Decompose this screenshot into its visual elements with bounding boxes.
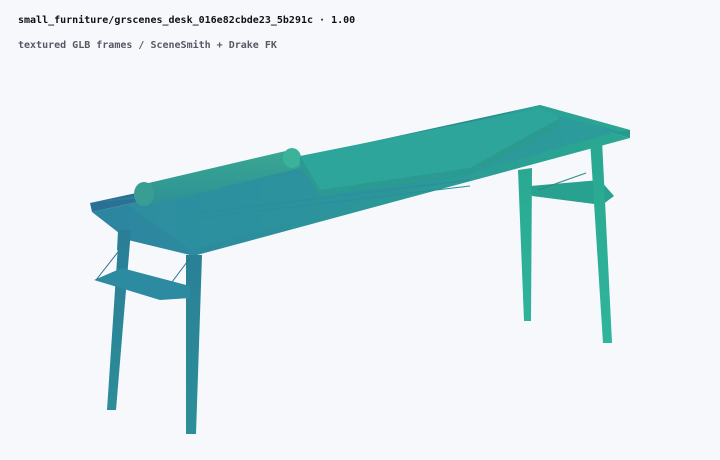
render-viewport[interactable]: small_furniture/grscenes_desk_016e82cbde… — [0, 0, 720, 460]
desk-shelf-left — [94, 268, 190, 300]
desk-leg-front-right — [590, 140, 612, 343]
desk-leg-front-left-outer — [107, 230, 131, 410]
desk-leg-back-right — [518, 168, 532, 321]
desk-leg-front-left — [186, 255, 202, 434]
desk-render — [90, 105, 630, 434]
